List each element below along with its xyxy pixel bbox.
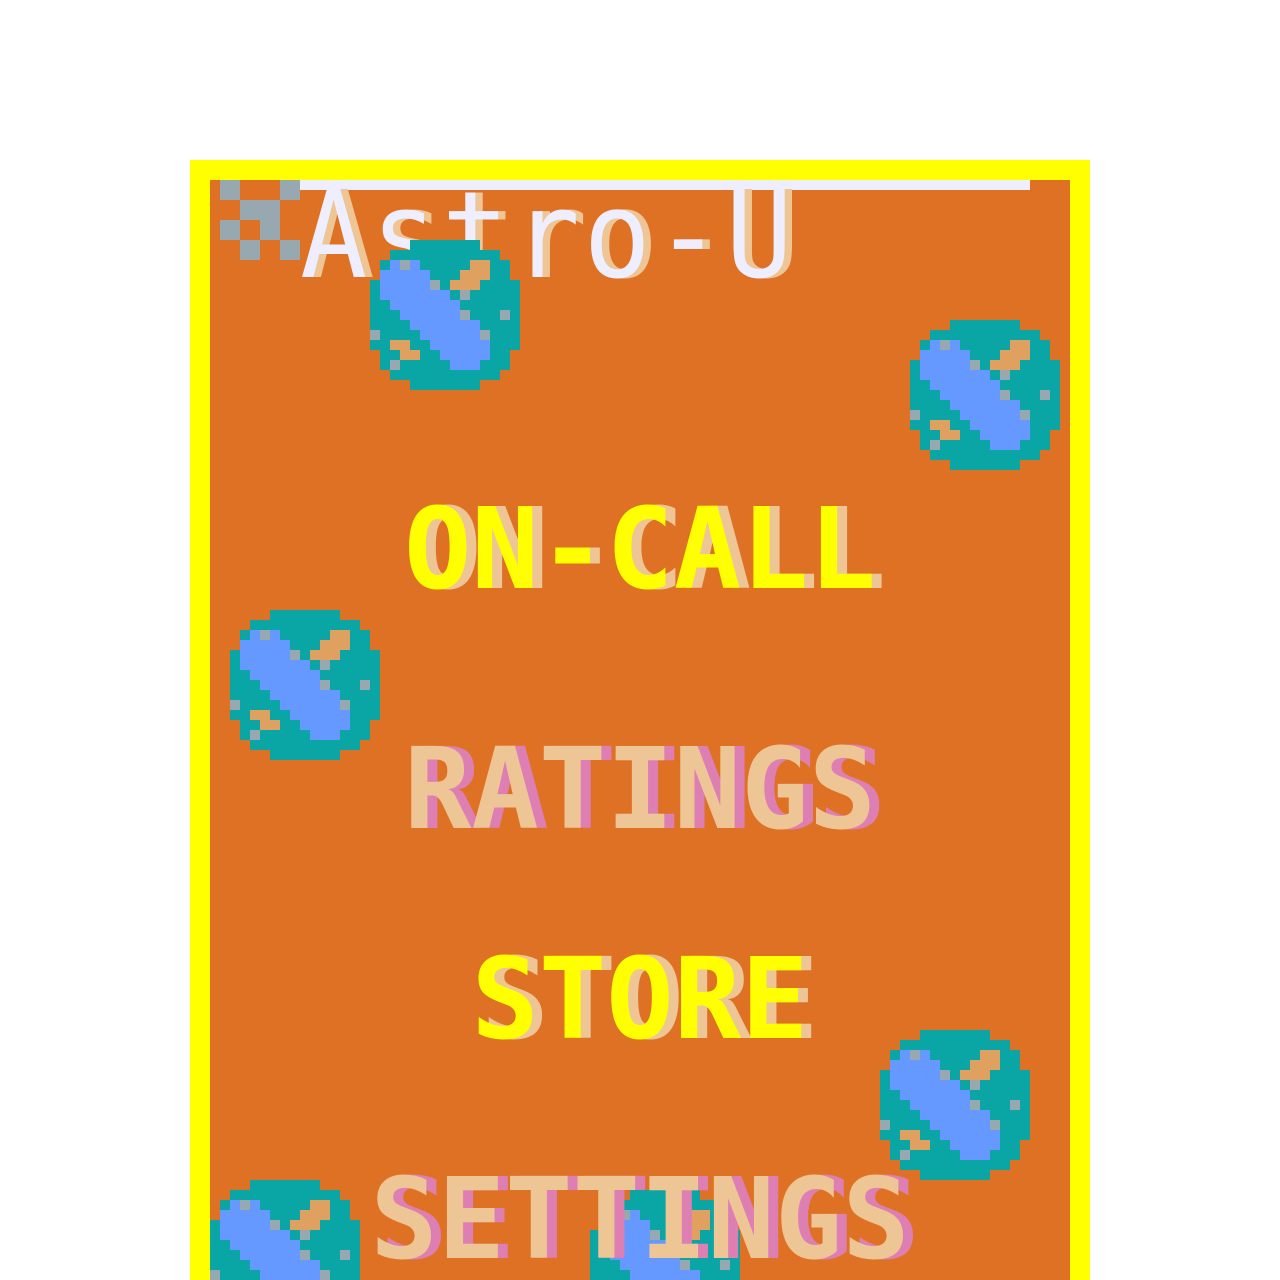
menu-item-settings[interactable]: SETTINGS	[210, 1164, 1070, 1276]
menu-item-ratings[interactable]: RATINGS	[210, 734, 1070, 846]
beach-ball-icon	[230, 610, 380, 760]
beach-ball-icon	[910, 320, 1060, 470]
beach-ball-icon	[370, 240, 520, 390]
checker-star-icon	[220, 180, 300, 260]
main-menu-screen: Astro-U ON-CALL RATINGS STORE SETTINGS	[210, 180, 1070, 1280]
menu-item-on-call[interactable]: ON-CALL	[210, 494, 1070, 606]
menu-item-store[interactable]: STORE	[210, 944, 1070, 1056]
